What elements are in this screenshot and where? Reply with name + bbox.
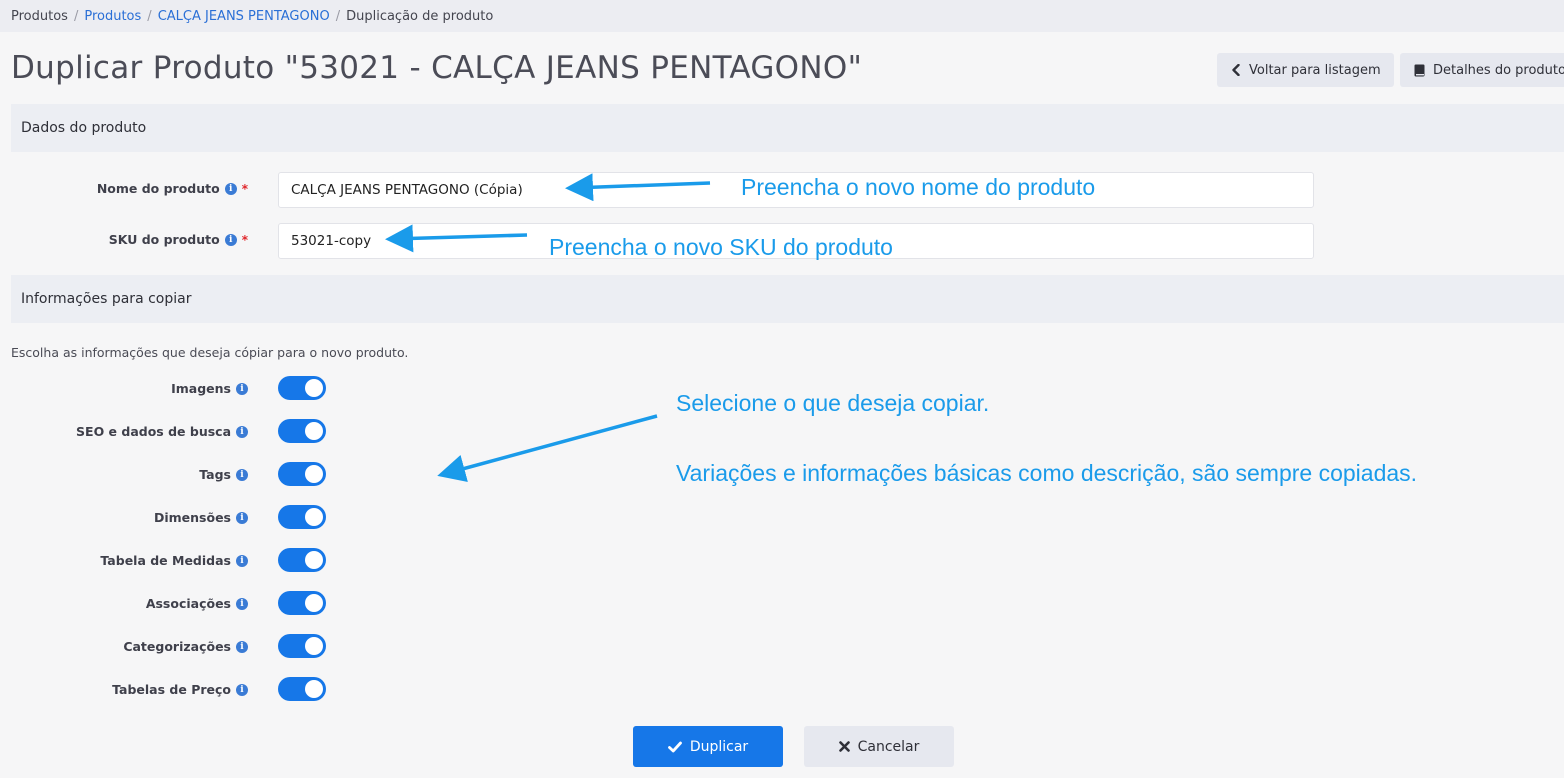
info-icon[interactable]: i: [236, 683, 248, 696]
toggle-label-text: Tabelas de Preço: [112, 682, 231, 697]
breadcrumb-link-produtos[interactable]: Produtos: [84, 9, 141, 24]
info-icon[interactable]: i: [236, 425, 248, 438]
toggle-label-categorizacoes: Categorizações i: [123, 639, 248, 654]
book-icon: [1414, 64, 1425, 76]
back-to-list-label: Voltar para listagem: [1249, 62, 1381, 78]
cancel-button-label: Cancelar: [857, 738, 920, 755]
info-icon[interactable]: i: [236, 468, 248, 481]
sku-label-text: SKU do produto: [108, 232, 220, 247]
info-icon[interactable]: i: [224, 233, 237, 246]
close-icon: [838, 741, 850, 752]
toggle-label-text: Tags: [199, 467, 231, 482]
annotation-sku-hint: Preencha o novo SKU do produto: [549, 234, 893, 260]
toggle-label-text: SEO e dados de busca: [76, 424, 231, 439]
back-to-list-button[interactable]: Voltar para listagem: [1217, 53, 1394, 87]
toggle-label-text: Associações: [145, 596, 231, 611]
annotation-name-hint: Preencha o novo nome do produto: [741, 174, 1096, 200]
info-icon[interactable]: i: [236, 640, 248, 653]
toggle-label-associacoes: Associações i: [146, 596, 248, 611]
toggle-label-text: Imagens: [171, 381, 231, 396]
cancel-button[interactable]: Cancelar: [804, 726, 954, 767]
arrow-to-toggles: [437, 414, 658, 482]
info-icon[interactable]: i: [236, 382, 248, 395]
toggle-knob: [305, 379, 323, 397]
toggle-knob: [305, 637, 323, 655]
toggle-tabela-medidas[interactable]: [278, 548, 326, 572]
toggle-label-text: Dimensões: [153, 510, 231, 525]
toggle-label-seo: SEO e dados de busca i: [76, 424, 248, 439]
product-details-button[interactable]: Detalhes do produto: [1400, 53, 1564, 87]
product-name-label-text: Nome do produto: [96, 181, 220, 196]
breadcrumb-separator: /: [335, 8, 341, 24]
toggle-dimensoes[interactable]: [278, 505, 326, 529]
toggle-label-dimensoes: Dimensões i: [154, 510, 248, 525]
toggle-associacoes[interactable]: [278, 591, 326, 615]
sku-label: SKU do produto i *: [109, 232, 248, 247]
breadcrumb: Produtos / Produtos / CALÇA JEANS PENTAG…: [0, 0, 1564, 32]
info-icon[interactable]: i: [224, 182, 237, 195]
info-icon[interactable]: i: [236, 554, 248, 567]
check-icon: [667, 741, 682, 752]
section-copy-info: Informações para copiar: [11, 275, 1564, 323]
toggle-label-text: Categorizações: [123, 639, 231, 654]
breadcrumb-item-produtos-root: Produtos: [11, 8, 68, 24]
breadcrumb-separator: /: [147, 8, 152, 24]
product-name-label: Nome do produto i *: [97, 181, 248, 196]
page-title: Duplicar Produto "53021 - CALÇA JEANS PE…: [11, 50, 863, 86]
toggle-label-tabelas-preco: Tabelas de Preço i: [112, 682, 248, 697]
toggle-knob: [305, 422, 323, 440]
breadcrumb-current: Duplicação de produto: [346, 8, 494, 24]
annotation-variations-hint: Variações e informações básicas como des…: [676, 460, 1418, 486]
toggle-knob: [305, 551, 323, 569]
info-icon[interactable]: i: [236, 597, 248, 610]
product-details-label: Detalhes do produto: [1433, 62, 1564, 78]
toggle-knob: [305, 594, 323, 612]
toggle-label-tabela-medidas: Tabela de Medidas i: [100, 553, 248, 568]
toggle-imagens[interactable]: [278, 376, 326, 400]
duplicate-button-label: Duplicar: [689, 738, 749, 755]
breadcrumb-link-product[interactable]: CALÇA JEANS PENTAGONO: [158, 9, 330, 24]
toggle-knob: [305, 508, 323, 526]
annotation-select-hint: Selecione o que deseja copiar.: [676, 390, 990, 416]
toggle-seo[interactable]: [278, 419, 326, 443]
toggle-knob: [305, 680, 323, 698]
toggle-label-text: Tabela de Medidas: [100, 553, 231, 568]
info-icon[interactable]: i: [236, 511, 248, 524]
required-mark: *: [241, 232, 248, 247]
copy-help-text: Escolha as informações que deseja cópiar…: [11, 345, 409, 360]
breadcrumb-separator: /: [73, 8, 79, 24]
toggle-knob: [305, 465, 323, 483]
toggle-tags[interactable]: [278, 462, 326, 486]
toggle-label-tags: Tags i: [199, 467, 248, 482]
required-mark: *: [241, 181, 248, 196]
section-product-data: Dados do produto: [11, 104, 1564, 152]
chevron-left-icon: [1232, 64, 1240, 76]
duplicate-button[interactable]: Duplicar: [633, 726, 783, 767]
toggle-label-imagens: Imagens i: [171, 381, 248, 396]
toggle-tabelas-preco[interactable]: [278, 677, 326, 701]
toggle-categorizacoes[interactable]: [278, 634, 326, 658]
